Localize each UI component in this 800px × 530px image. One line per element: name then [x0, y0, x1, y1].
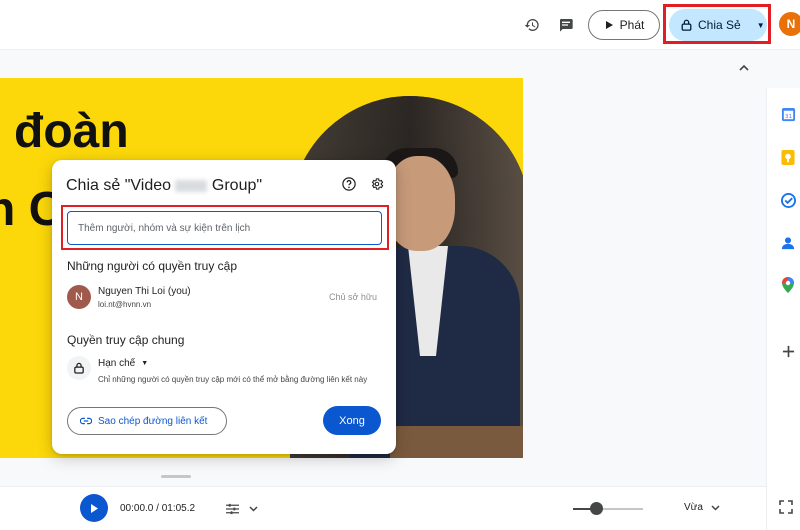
version-history-icon[interactable] [517, 10, 547, 40]
contacts-icon[interactable] [780, 235, 796, 251]
maps-icon[interactable] [780, 277, 796, 293]
person-email: loi.nt@hvnn.vn [98, 300, 152, 309]
restricted-lock-icon [67, 356, 91, 380]
play-button[interactable]: Phát [588, 10, 660, 40]
dropdown-caret-icon[interactable]: ▼ [757, 21, 765, 30]
dialog-title: Chia sẻ "Video Group" [66, 177, 262, 195]
tune-icon [226, 503, 239, 515]
copy-link-label: Sao chép đường liên kết [98, 415, 208, 427]
chevron-down-icon [711, 504, 720, 511]
access-description: Chỉ những người có quyền truy cập mới có… [98, 375, 368, 384]
dialog-title-suffix: Group" [207, 177, 263, 194]
access-level-label: Hạn chế [98, 358, 136, 369]
add-people-input[interactable] [67, 211, 382, 245]
play-icon [91, 503, 98, 513]
side-panel: 31 [766, 88, 800, 530]
player-bar [0, 486, 766, 530]
share-button[interactable]: Chia Sẻ ▼ [669, 9, 767, 41]
avatar: N [67, 285, 91, 309]
lock-icon [681, 19, 692, 31]
person-name: Nguyen Thi Loi (you) [98, 286, 191, 297]
slide-title-line1: đoàn [14, 105, 129, 158]
top-bar: Phát Chia Sẻ ▼ N [0, 0, 800, 50]
add-icon[interactable] [780, 343, 796, 359]
settings-gear-icon[interactable] [370, 177, 384, 196]
adjust-settings-button[interactable] [218, 496, 268, 522]
dialog-title-prefix: Chia sẻ "Video [66, 177, 176, 194]
zoom-label: Vừa [684, 502, 703, 513]
people-access-heading: Những người có quyền truy cập [67, 259, 238, 273]
general-access-heading: Quyền truy cập chung [67, 333, 185, 347]
chevron-up-icon[interactable] [735, 58, 753, 76]
copy-link-button[interactable]: Sao chép đường liên kết [67, 407, 227, 435]
keep-icon[interactable] [780, 149, 796, 165]
zoom-slider-thumb[interactable] [589, 502, 603, 515]
svg-text:31: 31 [784, 113, 792, 119]
share-button-label: Chia Sẻ [698, 18, 741, 32]
owner-role-label: Chủ sở hữu [329, 292, 377, 302]
access-level-dropdown[interactable]: Hạn chế ▼ [98, 358, 148, 369]
chevron-down-icon [249, 506, 258, 512]
calendar-icon[interactable]: 31 [780, 106, 796, 122]
player-play-button[interactable] [80, 494, 108, 522]
done-button[interactable]: Xong [323, 406, 381, 435]
zoom-select[interactable]: Vừa [684, 502, 720, 513]
redacted-text [175, 179, 208, 192]
play-button-label: Phát [619, 18, 645, 32]
drag-handle[interactable] [161, 475, 191, 478]
play-icon [605, 21, 613, 29]
help-icon[interactable] [342, 177, 356, 196]
account-avatar[interactable]: N [779, 12, 800, 36]
share-dialog: Chia sẻ "Video Group" Những người có quy… [52, 160, 396, 454]
tasks-icon[interactable] [780, 192, 796, 208]
comment-icon[interactable] [551, 10, 581, 40]
link-icon [80, 417, 92, 425]
caret-down-icon: ▼ [141, 360, 149, 367]
time-readout: 00:00.0 / 01:05.2 [120, 503, 196, 514]
fullscreen-icon[interactable] [779, 500, 795, 516]
